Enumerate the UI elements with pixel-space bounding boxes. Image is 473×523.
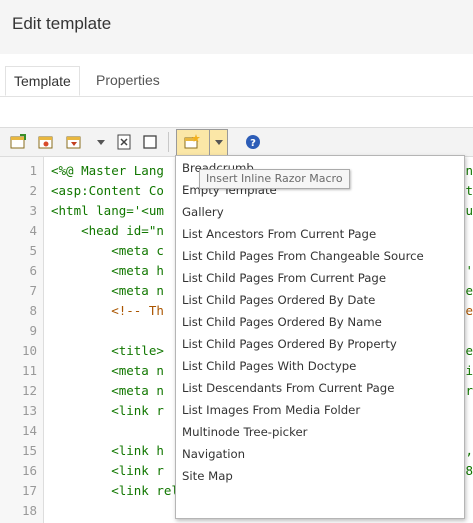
code-line-overflow: e <box>465 283 473 298</box>
code-line-overflow: , <box>465 443 473 458</box>
editor-toolbar: ? <box>0 127 473 157</box>
tab-template[interactable]: Template <box>5 66 80 96</box>
insert-code-icon[interactable] <box>9 133 27 151</box>
menu-item-list-child-by-date[interactable]: List Child Pages Ordered By Date <box>182 289 375 311</box>
menu-item-list-images[interactable]: List Images From Media Folder <box>182 399 360 421</box>
line-number: 11 <box>21 363 37 378</box>
code-line: <meta n <box>51 383 164 398</box>
code-line: <%@ Master Lang <box>51 163 164 178</box>
line-number: 5 <box>29 243 37 258</box>
line-number: 17 <box>21 483 37 498</box>
menu-item-navigation[interactable]: Navigation <box>182 443 245 465</box>
insert-macro-tooltip: Insert Inline Razor Macro <box>199 169 350 189</box>
menu-item-list-descendants[interactable]: List Descendants From Current Page <box>182 377 394 399</box>
insert-macro-button[interactable] <box>176 129 228 156</box>
macro-dropdown-menu: Breadcrumb Empty Template Gallery List A… <box>175 155 465 519</box>
code-line: <head id="n <box>51 223 164 238</box>
line-number: 15 <box>21 443 37 458</box>
menu-item-list-child-by-name[interactable]: List Child Pages Ordered By Name <box>182 311 382 333</box>
insert-field-icon[interactable] <box>65 133 83 151</box>
insert-template-icon[interactable] <box>37 133 55 151</box>
dropdown-arrow-icon[interactable] <box>92 133 110 151</box>
spacer <box>0 97 473 127</box>
code-line: <meta n <box>51 363 164 378</box>
line-number: 14 <box>21 423 37 438</box>
code-line-overflow: 8 <box>465 463 473 478</box>
code-line: <link r <box>51 463 164 478</box>
page-title: Edit template <box>12 14 112 33</box>
tab-properties[interactable]: Properties <box>88 66 168 96</box>
page-header: Edit template <box>0 0 473 54</box>
code-line-overflow: e <box>465 303 473 318</box>
menu-item-site-map[interactable]: Site Map <box>182 465 233 487</box>
code-line: <link r <box>51 403 164 418</box>
code-line: <meta h <box>51 263 164 278</box>
code-line: <link h <box>51 443 164 458</box>
menu-item-gallery[interactable]: Gallery <box>182 201 224 223</box>
line-number: 7 <box>29 283 37 298</box>
menu-item-list-child-changeable[interactable]: List Child Pages From Changeable Source <box>182 245 424 267</box>
code-line: <meta n <box>51 283 164 298</box>
line-number: 1 <box>29 163 37 178</box>
insert-dictionary-icon[interactable] <box>115 133 133 151</box>
line-number: 3 <box>29 203 37 218</box>
help-icon[interactable]: ? <box>244 133 262 151</box>
line-number: 4 <box>29 223 37 238</box>
tab-bar: Template Properties <box>0 54 473 97</box>
menu-item-list-ancestors[interactable]: List Ancestors From Current Page <box>182 223 376 245</box>
line-number: 18 <box>21 503 37 518</box>
code-line: <html lang='<um <box>51 203 164 218</box>
line-number: 10 <box>21 343 37 358</box>
toolbar-separator <box>168 132 169 152</box>
insert-content-icon[interactable] <box>141 133 159 151</box>
line-number: 2 <box>29 183 37 198</box>
line-number: 9 <box>29 323 37 338</box>
macro-dropdown-arrow-icon[interactable] <box>210 133 228 151</box>
menu-item-multinode-tree-picker[interactable]: Multinode Tree-picker <box>182 421 307 443</box>
insert-macro-icon[interactable] <box>183 133 201 151</box>
code-line: <title> <box>51 343 164 358</box>
line-number-gutter: 1 2 3 4 5 6 7 8 9 10 11 12 13 14 15 16 1… <box>0 157 44 523</box>
line-number: 12 <box>21 383 37 398</box>
line-number: 16 <box>21 463 37 478</box>
line-number: 13 <box>21 403 37 418</box>
line-number: 6 <box>29 263 37 278</box>
menu-item-list-child-by-property[interactable]: List Child Pages Ordered By Property <box>182 333 397 355</box>
code-line: <asp:Content Co <box>51 183 164 198</box>
code-line: <meta c <box>51 243 164 258</box>
svg-text:?: ? <box>250 138 256 149</box>
line-number: 8 <box>29 303 37 318</box>
menu-item-list-child-current[interactable]: List Child Pages From Current Page <box>182 267 386 289</box>
menu-item-list-child-doctype[interactable]: List Child Pages With Doctype <box>182 355 356 377</box>
code-comment-line: <!-- Th <box>51 303 164 318</box>
